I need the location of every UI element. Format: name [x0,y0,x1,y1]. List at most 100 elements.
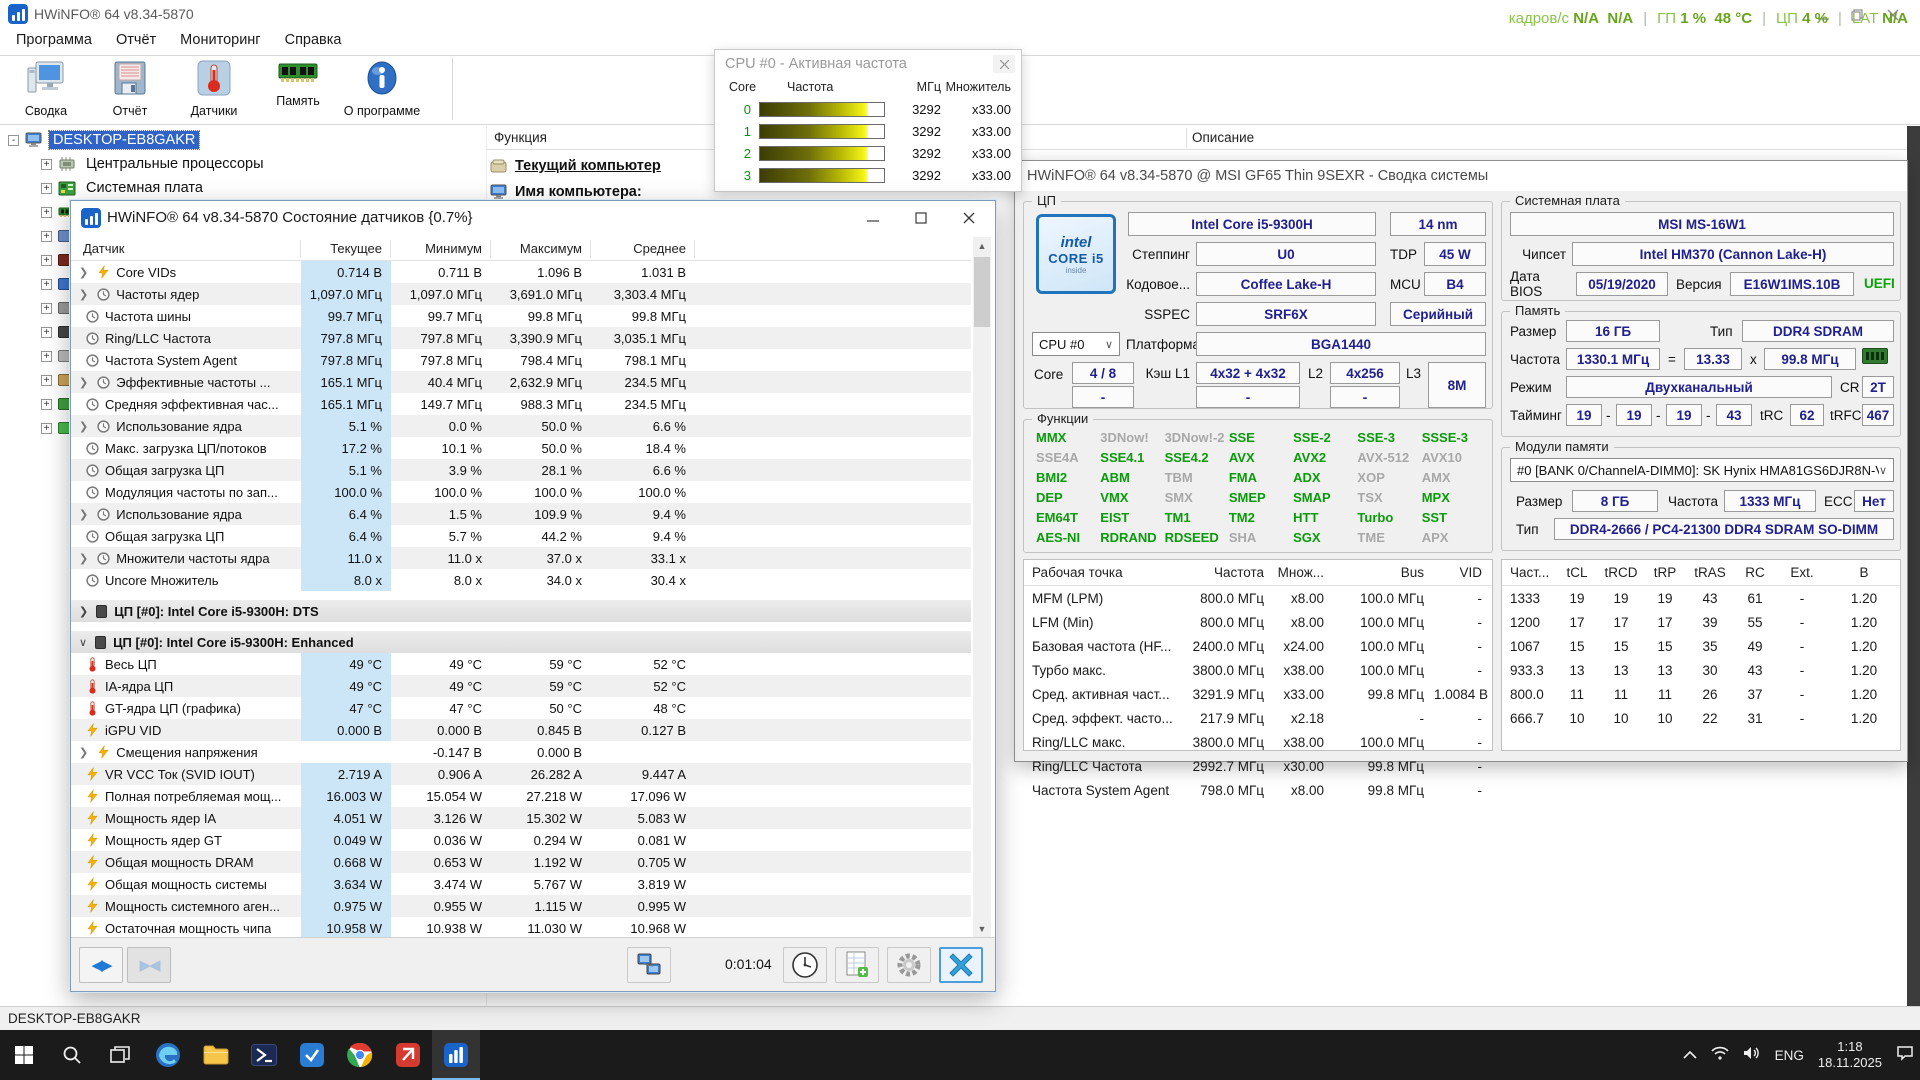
computer-icon [25,132,43,148]
clock-button[interactable] [783,947,827,983]
action-center-icon[interactable] [1896,1045,1914,1066]
toolbar-button-Сводка[interactable]: Сводка [4,58,88,122]
sensor-max: 11.030 W [491,917,591,937]
wifi-icon[interactable] [1711,1046,1729,1065]
sensor-row[interactable]: ❯Использование ядра6.4 %1.5 %109.9 %9.4 … [71,503,971,525]
cpu-feature-flag: APX [1422,530,1486,545]
sensor-row[interactable]: Макс. загрузка ЦП/потоков17.2 %10.1 %50.… [71,437,971,459]
tree-expander[interactable]: - [8,135,19,146]
current-computer-icon [490,159,508,174]
memory-module-dropdown[interactable]: #0 [BANK 0/ChannelA-DIMM0]: SK Hynix HMA… [1510,458,1894,482]
sensor-row[interactable]: Мощность ядер GT0.049 W0.036 W0.294 W0.0… [71,829,971,851]
toolbar-button-Отчёт[interactable]: Отчёт [88,58,172,122]
column-function[interactable]: Функция [494,130,547,145]
sensor-current: 165.1 МГц [301,371,391,393]
list-item-current-computer[interactable]: Текущий компьютер [490,158,661,174]
volume-icon[interactable] [1743,1046,1761,1065]
tree-expander[interactable]: + [41,207,52,218]
taskbar-task-view-icon[interactable] [96,1030,144,1080]
sensor-row[interactable]: Модуляция частоты по зап...100.0 %100.0 … [71,481,971,503]
menu-item[interactable]: Программа [4,30,104,54]
sensor-group-header[interactable]: ∨ЦП [#0]: Intel Core i5-9300H: Enhanced [71,631,971,653]
sensor-row[interactable]: Общая мощность DRAM0.668 W0.653 W1.192 W… [71,851,971,873]
nav-arrows-disabled-button[interactable]: ▶◀ [127,947,171,983]
menu-item[interactable]: Отчёт [104,30,168,54]
sensor-group-header[interactable]: ❯ЦП [#0]: Intel Core i5-9300H: DTS [71,600,971,622]
tree-item-Центральные процессоры[interactable]: +Центральные процессоры [6,152,484,176]
nav-arrows-button[interactable]: ◀▶ [79,947,123,983]
taskbar-search-icon[interactable] [48,1030,96,1080]
memory-icon[interactable] [1862,348,1888,364]
sensor-min: 5.7 % [391,525,491,547]
mem-cr-field: 2T [1862,376,1894,398]
cpu-feature-flag: AMX [1422,470,1486,485]
sensor-row[interactable]: Частота шины99.7 МГц99.7 МГц99.8 МГц99.8… [71,305,971,327]
maximize-icon[interactable] [899,205,943,231]
sensor-row[interactable]: Остаточная мощность чипа10.958 W10.938 W… [71,917,971,937]
taskbar-explorer-icon[interactable] [192,1030,240,1080]
toolbar-button-Датчики[interactable]: Датчики [172,58,256,122]
vertical-scrollbar[interactable]: ▲ ▼ [973,237,991,937]
sensor-avg: 33.1 x [591,547,695,569]
osd-fps-label: кадров/с [1509,10,1569,27]
clock-date[interactable]: 1:1818.11.2025 [1818,1039,1882,1071]
tray-chevron-icon[interactable] [1683,1046,1697,1064]
taskbar-powershell-icon[interactable] [240,1030,288,1080]
cpu-feature-flag: ABM [1100,470,1164,485]
taskbar-red-app-icon[interactable] [384,1030,432,1080]
sensor-max: 1.192 W [491,851,591,873]
taskbar-blue-app-icon[interactable] [288,1030,336,1080]
sensor-row[interactable]: Полная потребляемая мощ...16.003 W15.054… [71,785,971,807]
sensor-row[interactable]: ❯Множители частоты ядра11.0 x11.0 x37.0 … [71,547,971,569]
sensor-row[interactable]: Ring/LLC Частота797.8 МГц797.8 МГц3,390.… [71,327,971,349]
remote-monitoring-button[interactable] [627,947,671,983]
sensor-row[interactable]: ❯Частоты ядер1,097.0 МГц1,097.0 МГц3,691… [71,283,971,305]
sensor-row[interactable]: Общая загрузка ЦП6.4 %5.7 %44.2 %9.4 % [71,525,971,547]
sensor-row[interactable]: Частота System Agent797.8 МГц797.8 МГц79… [71,349,971,371]
sensor-row[interactable]: Общая мощность системы3.634 W3.474 W5.76… [71,873,971,895]
taskbar-hwinfo-icon[interactable] [432,1030,480,1080]
popup-close-icon[interactable] [993,55,1015,73]
sensor-row[interactable]: ❯Эффективные частоты ...165.1 МГц40.4 МГ… [71,371,971,393]
sensor-row[interactable]: Общая загрузка ЦП5.1 %3.9 %28.1 %6.6 % [71,459,971,481]
sensor-row[interactable]: Мощность системного аген...0.975 W0.955 … [71,895,971,917]
tree-expander[interactable]: + [41,159,52,170]
close-sensors-button[interactable] [939,947,983,983]
tree-expander[interactable]: + [41,183,52,194]
cpu-feature-flag: FMA [1229,470,1293,485]
toolbar-button-О программе[interactable]: О программе [340,58,424,122]
taskbar-chrome-icon[interactable] [336,1030,384,1080]
tree-item-DESKTOP-EB8GAKR[interactable]: -DESKTOP-EB8GAKR [6,128,484,152]
menu-item[interactable]: Мониторинг [168,30,272,54]
sensor-row[interactable]: IA-ядра ЦП49 °C49 °C59 °C52 °C [71,675,971,697]
taskbar-start-icon[interactable] [0,1030,48,1080]
sensor-row[interactable]: ❯Core VIDs0.714 В0.711 В1.096 В1.031 В [71,261,971,283]
menu-item[interactable]: Справка [273,30,354,54]
temp-icon [85,657,99,672]
list-item-computer-name[interactable]: Имя компьютера: [490,184,642,200]
sensor-row[interactable]: Средняя эффективная час...165.1 МГц149.7… [71,393,971,415]
cpu-serial-button[interactable]: Серийный [1390,302,1486,326]
toolbar-button-Память[interactable]: Память [256,58,340,122]
sensor-avg: 234.5 МГц [591,393,695,415]
scrollbar-thumb[interactable] [974,257,990,327]
sensor-row[interactable]: ❯Смещения напряжения-0.147 В0.000 В [71,741,971,763]
sensor-row[interactable]: iGPU VID0.000 В0.000 В0.845 В0.127 В [71,719,971,741]
sensor-row[interactable]: GT-ядра ЦП (графика)47 °C47 °C50 °C48 °C [71,697,971,719]
sensor-row[interactable]: Мощность ядер IA4.051 W3.126 W15.302 W5.… [71,807,971,829]
column-description[interactable]: Описание [1192,130,1254,145]
sensor-row[interactable]: Весь ЦП49 °C49 °C59 °C52 °C [71,653,971,675]
sensor-row[interactable]: ❯Использование ядра5.1 %0.0 %50.0 %6.6 % [71,415,971,437]
sensor-row[interactable]: VR VCC Ток (SVID IOUT)2.719 A0.906 A26.2… [71,763,971,785]
taskbar-edge-icon[interactable] [144,1030,192,1080]
close-icon[interactable] [947,205,991,231]
cpu-select-dropdown[interactable]: CPU #0∨ [1032,332,1120,356]
minimize-icon[interactable] [851,205,895,231]
tree-item-Системная плата[interactable]: +Системная плата [6,176,484,200]
log-spreadsheet-button[interactable] [835,947,879,983]
language-indicator[interactable]: ENG [1775,1048,1804,1063]
sensor-max: 0.294 W [491,829,591,851]
settings-gear-button[interactable] [887,947,931,983]
cpu-cores-field: 4 / 8 [1072,362,1134,384]
sensor-row[interactable]: Uncore Множитель8.0 x8.0 x34.0 x30.4 x [71,569,971,591]
